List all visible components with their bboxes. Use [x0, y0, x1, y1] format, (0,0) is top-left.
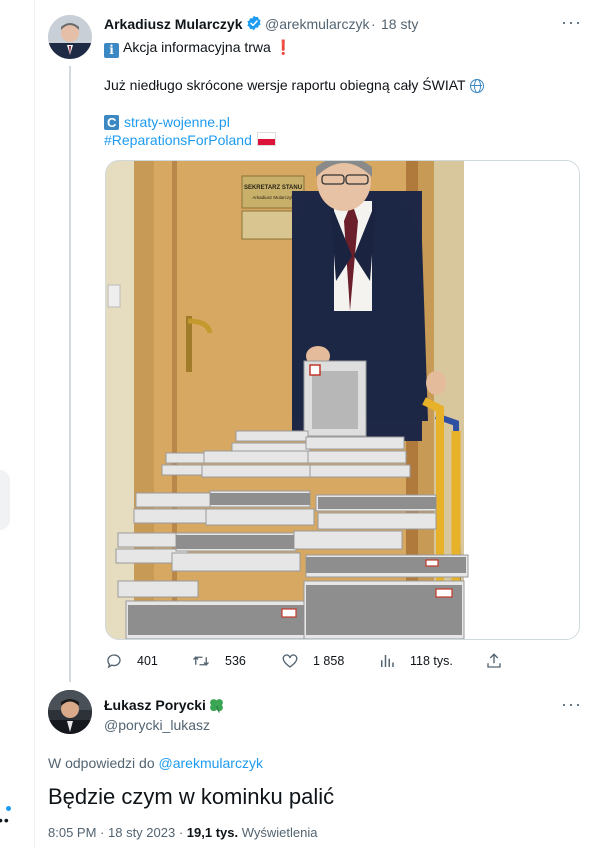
- like-icon: [282, 654, 298, 668]
- author-handle[interactable]: @porycki_lukasz: [104, 717, 210, 733]
- notification-dot: [6, 806, 11, 811]
- clover-icon: [210, 699, 223, 713]
- views-count: 118 tys.: [410, 654, 453, 668]
- door-sign-title: SEKRETARZ STANU: [244, 185, 302, 191]
- reply-context: W odpowiedzi do @arekmularczyk: [48, 755, 263, 771]
- tweet-metadata: 8:05 PM · 18 sty 2023 · 19,1 tys. Wyświe…: [48, 825, 318, 840]
- retweet-button[interactable]: 536: [191, 652, 246, 670]
- author-name[interactable]: Łukasz Porycki: [104, 697, 206, 713]
- share-button[interactable]: [485, 652, 503, 670]
- tweet-line-1: i Akcja informacyjna trwa ❗: [104, 38, 292, 58]
- avatar[interactable]: [48, 15, 92, 59]
- globe-icon: [469, 79, 484, 93]
- tweet-time[interactable]: 18 sty: [381, 16, 418, 32]
- retweet-count: 536: [225, 654, 246, 668]
- author-name[interactable]: Arkadiusz Mularczyk: [104, 16, 243, 32]
- avatar[interactable]: [48, 690, 92, 734]
- views-button[interactable]: 118 tys.: [378, 652, 453, 670]
- views-label: Wyświetlenia: [241, 825, 318, 840]
- left-edge-shape: [0, 470, 10, 530]
- verified-badge-icon: [247, 15, 261, 31]
- link-icon: [104, 114, 119, 132]
- left-rail: ••: [0, 0, 34, 848]
- tweet-date[interactable]: 18 sty 2023: [108, 825, 175, 840]
- info-icon: i: [104, 43, 119, 58]
- door-sign-name: Arkadiusz Mularczyk: [252, 195, 294, 200]
- reply-to-handle[interactable]: @arekmularczyk: [159, 755, 263, 771]
- exclamation-icon: ❗: [270, 39, 293, 55]
- author-handle[interactable]: @arekmularczyk: [265, 16, 369, 32]
- photo-scene: SEKRETARZ STANU Arkadiusz Mularczyk: [106, 161, 579, 639]
- more-icon[interactable]: ···: [561, 694, 582, 715]
- thread-connector-line: [69, 66, 71, 682]
- share-icon: [487, 653, 501, 668]
- tweet-line-2: Już niedługo skrócone wersje raportu obi…: [104, 76, 484, 94]
- like-button[interactable]: 1 858: [281, 652, 344, 670]
- reply-count: 401: [137, 654, 158, 668]
- reply-icon: [107, 654, 121, 669]
- hashtag-link[interactable]: #ReparationsForPoland: [104, 132, 252, 148]
- retweet-icon: [193, 656, 209, 666]
- views-icon: [381, 655, 394, 667]
- tweet-text: Będzie czym w kominku palić: [48, 784, 335, 809]
- views-count: 19,1 tys.: [186, 825, 239, 840]
- external-link[interactable]: straty-wojenne.pl: [124, 114, 230, 130]
- poland-flag-icon: [256, 132, 276, 146]
- tweet-time[interactable]: 8:05 PM: [48, 825, 96, 840]
- like-count: 1 858: [313, 654, 345, 668]
- tweet-hashtag-line: #ReparationsForPoland: [104, 131, 276, 149]
- tweet-media-photo[interactable]: SEKRETARZ STANU Arkadiusz Mularczyk: [105, 160, 580, 640]
- more-icon[interactable]: ···: [561, 12, 582, 33]
- tweet-link-line: straty-wojenne.pl: [104, 113, 230, 132]
- reply-button[interactable]: 401: [105, 652, 158, 670]
- more-menu-icon[interactable]: ••: [0, 812, 10, 828]
